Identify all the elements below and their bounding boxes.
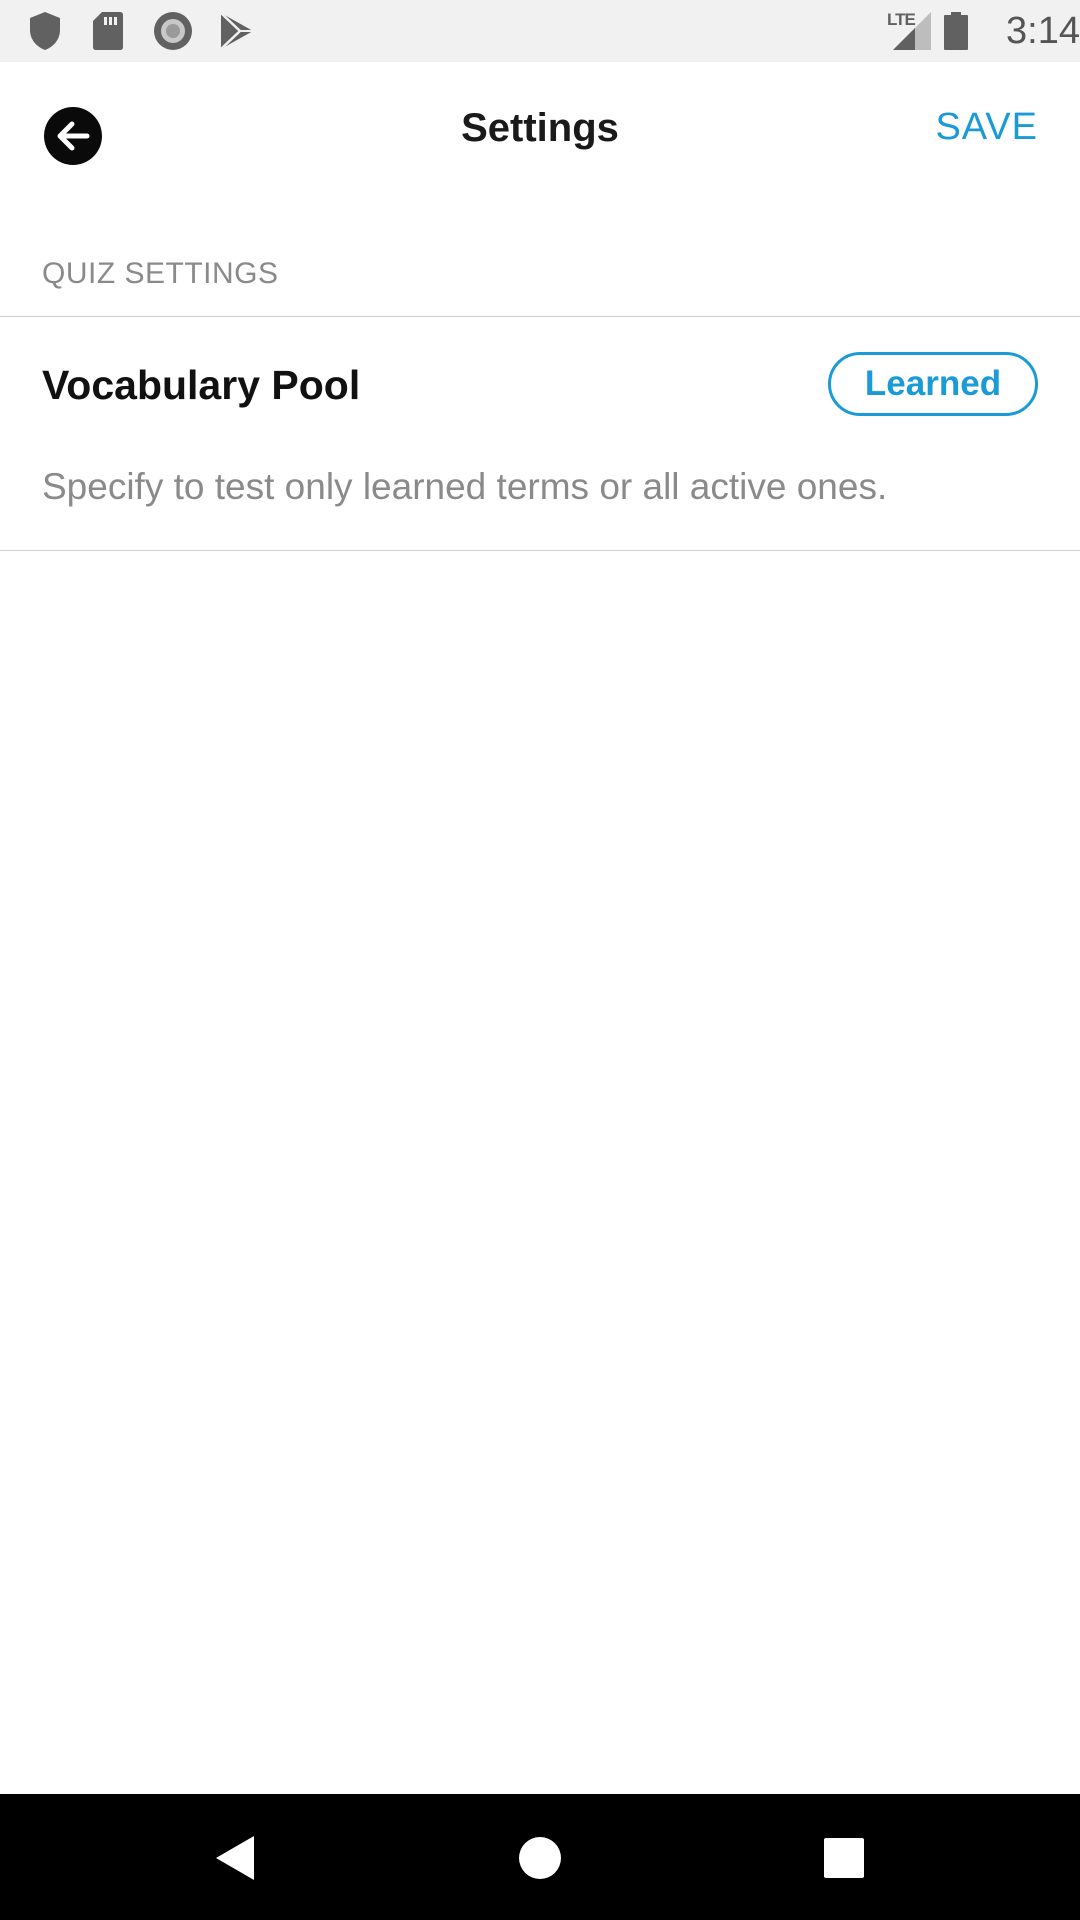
nav-recents-icon[interactable]: [824, 1838, 864, 1883]
shield-icon: [28, 10, 62, 57]
app-bar: Settings SAVE: [0, 62, 1080, 210]
nav-home-icon[interactable]: [518, 1836, 562, 1885]
save-button[interactable]: SAVE: [935, 106, 1038, 149]
navigation-bar: [0, 1794, 1080, 1920]
battery-icon: [944, 12, 968, 55]
page-title: Settings: [461, 106, 619, 150]
setting-title: Vocabulary Pool: [42, 362, 361, 408]
lte-signal-icon: LTE: [887, 10, 935, 52]
status-clock: 3:14: [1006, 10, 1080, 52]
section-header: QUIZ SETTINGS: [42, 257, 279, 290]
play-store-icon: [218, 10, 256, 57]
status-bar: LTE 3:14: [0, 0, 1080, 62]
vocabulary-pool-toggle[interactable]: Learned: [828, 352, 1038, 416]
section-divider: [0, 316, 1080, 317]
sd-card-icon: [92, 10, 124, 57]
row-divider: [0, 550, 1080, 551]
network-type-label: LTE: [887, 10, 916, 29]
setting-description: Specify to test only learned terms or al…: [42, 466, 888, 507]
record-icon: [152, 10, 194, 57]
nav-back-icon[interactable]: [214, 1834, 256, 1887]
